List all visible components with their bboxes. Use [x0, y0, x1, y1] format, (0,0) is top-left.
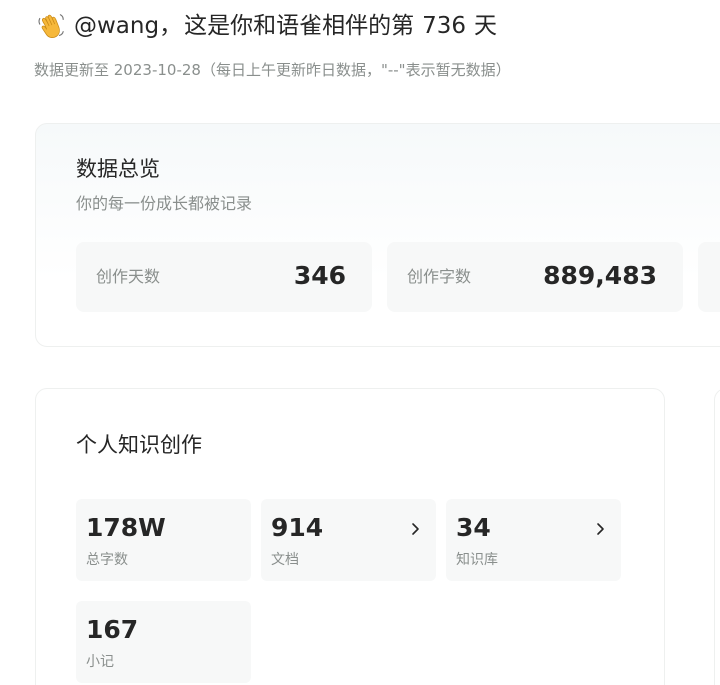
tile-label: 文档: [271, 552, 299, 568]
overview-subtitle: 你的每一份成长都被记录: [76, 194, 253, 213]
overview-card: 数据总览 你的每一份成长都被记录 创作天数 346 创作字数 889,483: [35, 123, 720, 347]
greeting-separator: ，: [159, 13, 183, 39]
adjacent-card: [714, 388, 720, 685]
chevron-right-icon: [597, 523, 604, 535]
stat-tile-creation-days: 创作天数 346: [76, 242, 372, 312]
username[interactable]: @wang: [74, 10, 159, 42]
stat-tile-word-count: 创作字数 889,483: [387, 242, 683, 312]
page: @wang ， 这是你和语雀相伴的第 736 天 数据更新至 2023-10-2…: [0, 0, 720, 685]
knowledge-title: 个人知识创作: [76, 433, 202, 457]
greeting-suffix: 天: [474, 13, 497, 39]
tile-value: 167: [86, 615, 139, 644]
update-note: 数据更新至 2023-10-28（每日上午更新昨日数据，"--"表示暂无数据）: [34, 61, 511, 79]
waving-hand-icon: [38, 14, 64, 39]
stat-label: 创作天数: [96, 267, 161, 286]
tile-total-words: 178W 总字数: [76, 499, 251, 581]
stat-label: 创作字数: [407, 267, 472, 286]
tile-label: 小记: [86, 654, 114, 670]
greeting-prefix: 这是你和语雀相伴的第: [184, 13, 415, 39]
tile-documents[interactable]: 914 文档: [261, 499, 436, 581]
tile-notes: 167 小记: [76, 601, 251, 683]
stat-tile-partial: [698, 242, 720, 312]
days-count: 736: [422, 13, 466, 39]
greeting-text: @wang ， 这是你和语雀相伴的第 736 天: [74, 10, 497, 42]
tile-knowledge-bases[interactable]: 34 知识库: [446, 499, 621, 581]
stat-value: 889,483: [543, 261, 657, 290]
tile-label: 知识库: [456, 552, 498, 568]
tile-label: 总字数: [86, 552, 128, 568]
stat-value: 346: [293, 261, 346, 290]
overview-title: 数据总览: [76, 157, 160, 181]
tile-value: 178W: [86, 513, 166, 542]
knowledge-card: 个人知识创作 178W 总字数 914 文档 34 知识库 167 小记: [35, 388, 665, 685]
chevron-right-icon: [412, 523, 419, 535]
tile-value: 34: [456, 513, 491, 542]
greeting-row: @wang ， 这是你和语雀相伴的第 736 天: [36, 8, 497, 44]
tile-value: 914: [271, 513, 324, 542]
